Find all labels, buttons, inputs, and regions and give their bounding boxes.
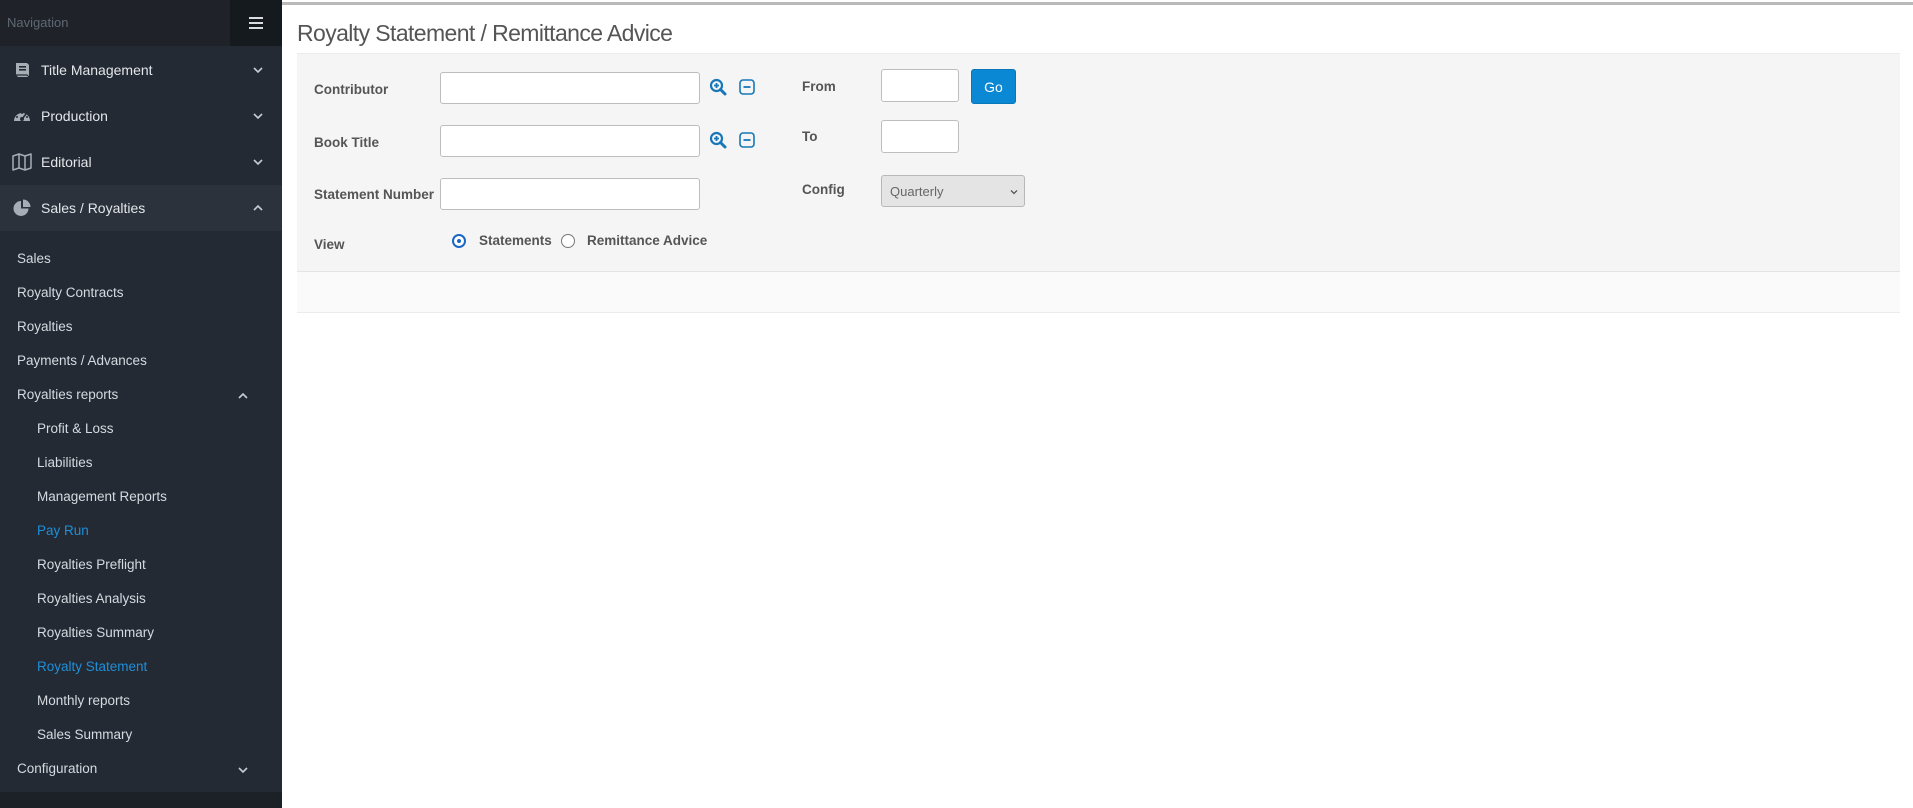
nav-section-label: Production bbox=[41, 108, 108, 124]
chevron-up-icon bbox=[253, 204, 263, 211]
config-selected-value: Quarterly bbox=[890, 184, 944, 199]
map-icon bbox=[12, 153, 32, 171]
pie-chart-icon bbox=[13, 199, 31, 216]
contributor-input[interactable] bbox=[440, 72, 700, 104]
dashboard-icon bbox=[14, 112, 30, 121]
nav-header: Navigation bbox=[0, 0, 282, 46]
nav-section-production[interactable]: Production bbox=[0, 93, 282, 139]
nav-item-royalties[interactable]: Royalties bbox=[17, 319, 73, 334]
nav-item-royalties-preflight[interactable]: Royalties Preflight bbox=[37, 557, 146, 572]
remove-icon[interactable] bbox=[738, 78, 756, 96]
nav-item-management-reports[interactable]: Management Reports bbox=[37, 489, 167, 504]
nav-item-royalties-reports[interactable]: Royalties reports bbox=[17, 387, 118, 402]
nav-section-sales-royalties[interactable]: Sales / Royalties bbox=[0, 185, 282, 231]
statements-radio-label[interactable]: Statements bbox=[479, 233, 552, 248]
menu-toggle-button[interactable] bbox=[230, 0, 282, 46]
nav-section-label: Sales / Royalties bbox=[41, 200, 146, 216]
main-content: Royalty Statement / Remittance Advice Co… bbox=[282, 0, 1913, 808]
nav-item-payments-advances[interactable]: Payments / Advances bbox=[17, 353, 147, 368]
sidebar-footer bbox=[0, 792, 282, 808]
nav-item-sales[interactable]: Sales bbox=[17, 251, 51, 266]
filter-panel: Contributor Book Title Statement Number … bbox=[297, 53, 1900, 271]
top-divider bbox=[282, 2, 1913, 5]
from-label: From bbox=[802, 79, 836, 94]
config-label: Config bbox=[802, 182, 845, 197]
sidebar: Navigation Title Management Production E… bbox=[0, 0, 282, 808]
results-area bbox=[297, 271, 1900, 313]
hamburger-icon bbox=[249, 17, 263, 29]
chevron-down-icon bbox=[253, 159, 263, 166]
chevron-down-icon bbox=[238, 767, 248, 774]
to-label: To bbox=[802, 129, 818, 144]
nav-item-pay-run[interactable]: Pay Run bbox=[37, 523, 89, 538]
to-input[interactable] bbox=[881, 120, 959, 153]
nav-item-sales-summary[interactable]: Sales Summary bbox=[37, 727, 132, 742]
nav-item-royalties-summary[interactable]: Royalties Summary bbox=[37, 625, 154, 640]
remittance-advice-radio-label[interactable]: Remittance Advice bbox=[587, 233, 707, 248]
from-input[interactable] bbox=[881, 69, 959, 102]
config-select[interactable]: Quarterly bbox=[881, 175, 1025, 207]
nav-item-liabilities[interactable]: Liabilities bbox=[37, 455, 93, 470]
nav-section-editorial[interactable]: Editorial bbox=[0, 139, 282, 185]
book-title-label: Book Title bbox=[314, 135, 380, 150]
chevron-down-icon bbox=[253, 113, 263, 120]
nav-item-configuration[interactable]: Configuration bbox=[17, 761, 97, 776]
go-button[interactable]: Go bbox=[971, 69, 1016, 104]
remove-icon[interactable] bbox=[738, 131, 756, 149]
nav-item-royalties-analysis[interactable]: Royalties Analysis bbox=[37, 591, 146, 606]
nav-item-profit-loss[interactable]: Profit & Loss bbox=[37, 421, 114, 436]
nav-title: Navigation bbox=[7, 15, 69, 30]
statement-number-label: Statement Number bbox=[314, 187, 435, 202]
zoom-in-icon[interactable] bbox=[709, 131, 727, 149]
nav-section-label: Title Management bbox=[41, 62, 153, 78]
book-title-input[interactable] bbox=[440, 125, 700, 157]
zoom-in-icon[interactable] bbox=[709, 78, 727, 96]
view-label: View bbox=[314, 237, 345, 252]
page-title: Royalty Statement / Remittance Advice bbox=[297, 20, 673, 46]
nav-section-label: Editorial bbox=[41, 154, 92, 170]
chevron-down-icon bbox=[1010, 190, 1018, 195]
remittance-advice-radio[interactable] bbox=[561, 234, 575, 248]
chevron-up-icon bbox=[238, 392, 248, 399]
book-icon bbox=[16, 63, 30, 78]
statements-radio[interactable] bbox=[452, 234, 466, 248]
contributor-label: Contributor bbox=[314, 82, 389, 97]
nav-item-royalty-contracts[interactable]: Royalty Contracts bbox=[17, 285, 124, 300]
nav-section-title-management[interactable]: Title Management bbox=[0, 47, 282, 93]
chevron-down-icon bbox=[253, 67, 263, 74]
nav-item-royalty-statement[interactable]: Royalty Statement bbox=[37, 659, 147, 674]
nav-item-monthly-reports[interactable]: Monthly reports bbox=[37, 693, 130, 708]
statement-number-input[interactable] bbox=[440, 178, 700, 210]
